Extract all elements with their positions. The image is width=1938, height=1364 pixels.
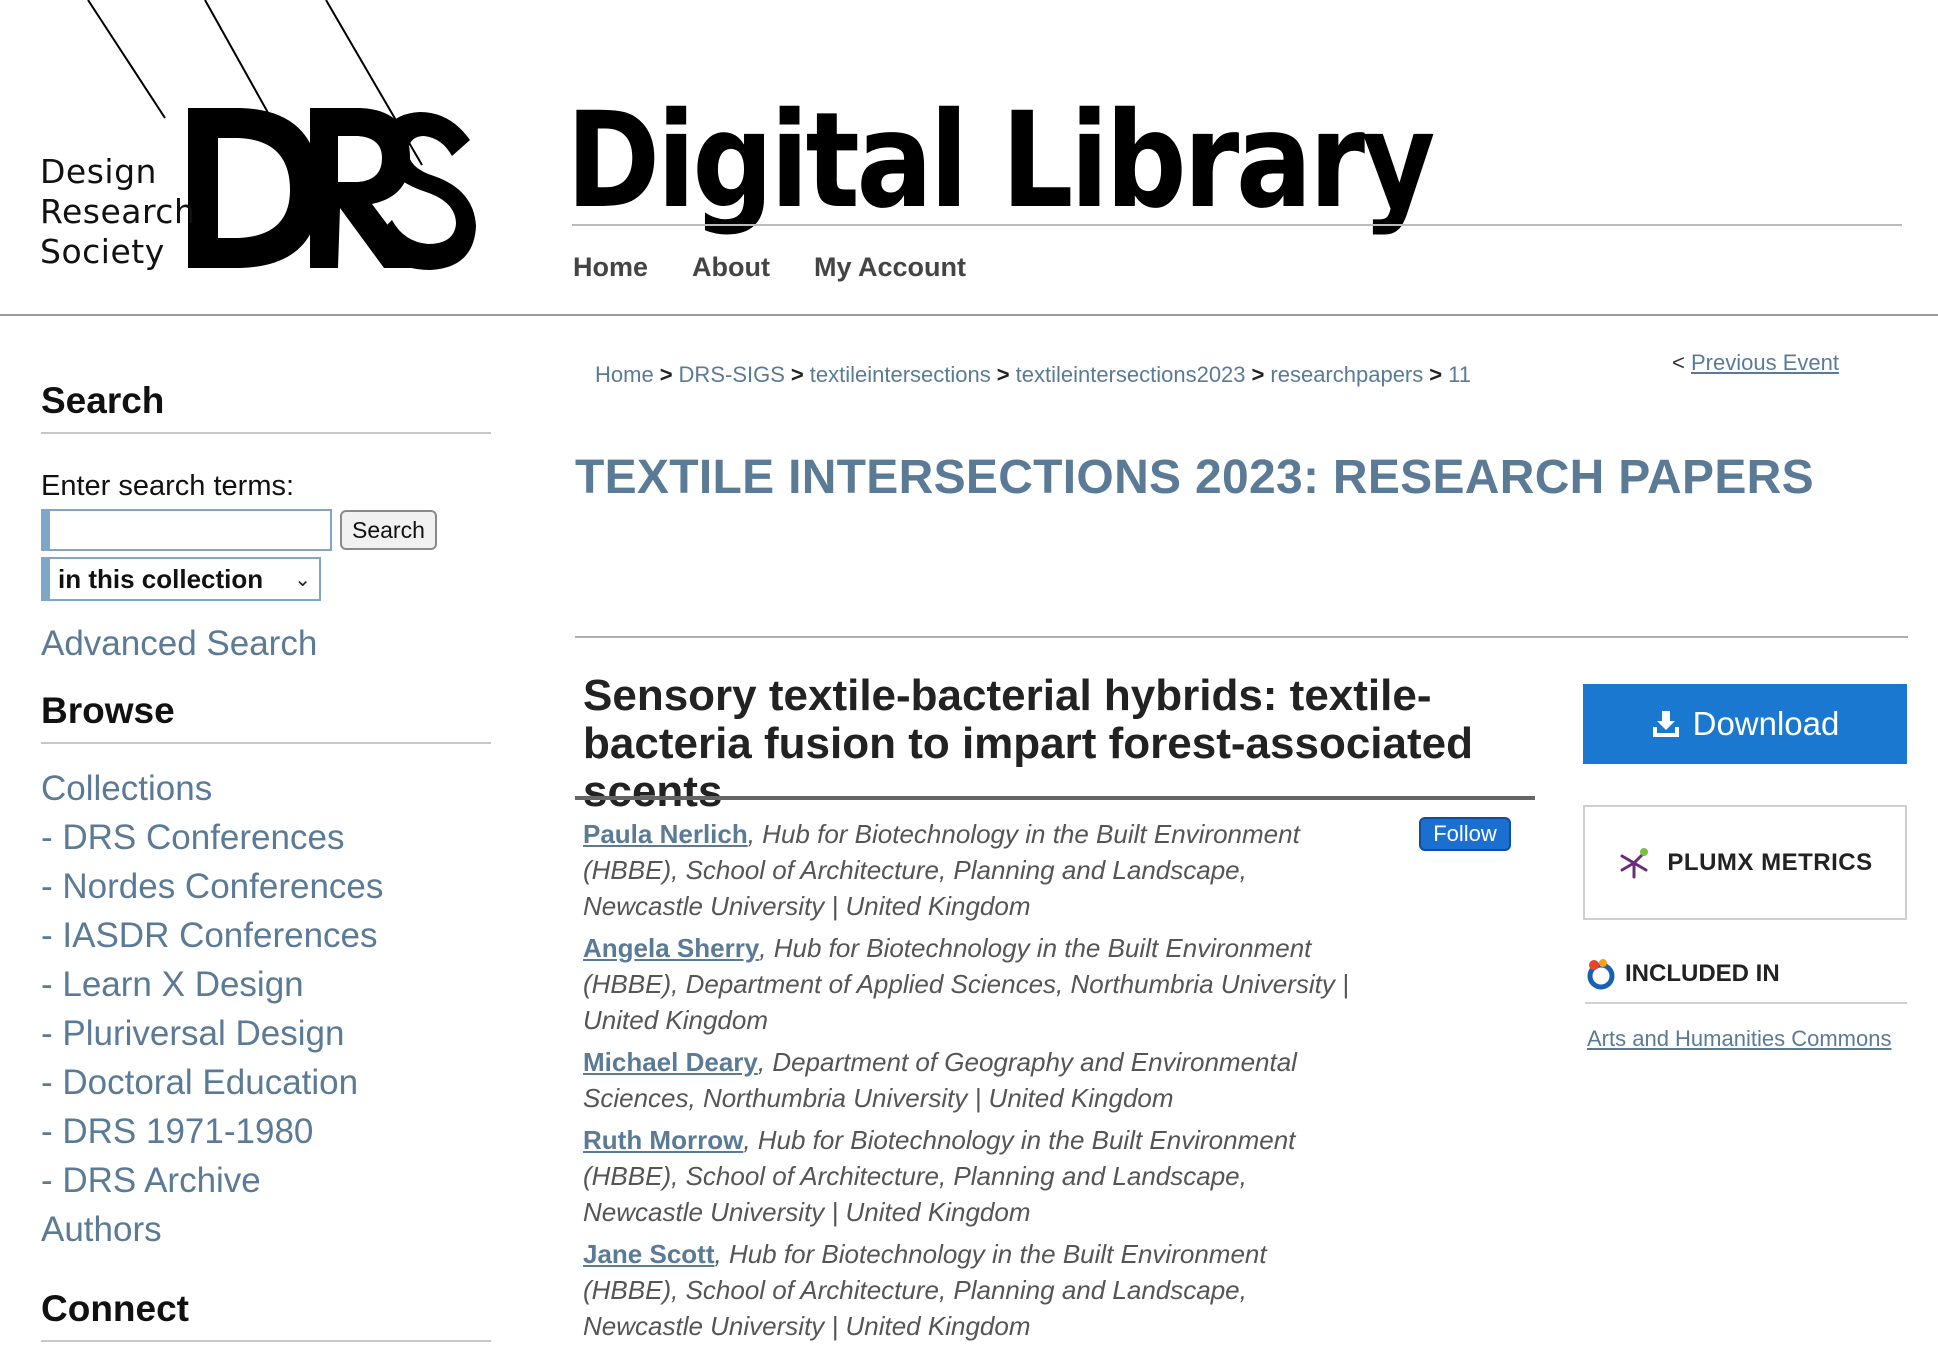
article-title-divider: [575, 796, 1535, 800]
breadcrumb-researchpapers[interactable]: researchpapers: [1270, 362, 1423, 387]
connect-heading: Connect: [41, 1288, 491, 1342]
breadcrumb-current[interactable]: 11: [1448, 362, 1471, 387]
download-label: Download: [1692, 705, 1840, 742]
browse-pluriversal-design[interactable]: - Pluriversal Design: [41, 1009, 491, 1058]
breadcrumb-separator: >: [659, 362, 673, 387]
breadcrumb-separator: >: [790, 362, 804, 387]
nav-about[interactable]: About: [692, 252, 770, 283]
browse-doctoral-education[interactable]: - Doctoral Education: [41, 1058, 491, 1107]
included-in-label: INCLUDED IN: [1625, 960, 1780, 987]
follow-button[interactable]: Follow: [1419, 817, 1511, 851]
previous-event-link[interactable]: Previous Event: [1691, 350, 1839, 375]
download-icon: [1652, 711, 1679, 737]
logo-line-research: Research: [40, 192, 196, 231]
author-item: Ruth Morrow, Hub for Biotechnology in th…: [583, 1122, 1363, 1230]
author-item: Jane Scott, Hub for Biotechnology in the…: [583, 1236, 1363, 1344]
breadcrumb: Home > DRS-SIGS > textileintersections > texti…: [595, 362, 1471, 388]
author-name-link[interactable]: Paula Nerlich: [583, 819, 748, 849]
browse-authors[interactable]: Authors: [41, 1205, 491, 1254]
browse-learn-x-design[interactable]: - Learn X Design: [41, 960, 491, 1009]
breadcrumb-drs-sigs[interactable]: DRS-SIGS: [679, 362, 785, 387]
author-name-link[interactable]: Ruth Morrow: [583, 1125, 743, 1155]
nav-my-account[interactable]: My Account: [814, 252, 966, 283]
chevron-down-icon: ⌄: [294, 568, 311, 591]
previous-event: < Previous Event: [1672, 350, 1839, 376]
site-title[interactable]: Digital Library: [566, 86, 1436, 236]
nav-home[interactable]: Home: [573, 252, 648, 283]
search-button[interactable]: Search: [340, 510, 437, 550]
author-item: Angela Sherry, Hub for Biotechnology in …: [583, 930, 1363, 1038]
breadcrumb-textileintersections2023[interactable]: textileintersections2023: [1016, 362, 1246, 387]
content-divider: [575, 636, 1908, 638]
included-in-heading: INCLUDED IN: [1585, 958, 1907, 1004]
logo-line-society: Society: [40, 232, 165, 271]
browse-drs-1971-1980[interactable]: - DRS 1971-1980: [41, 1107, 491, 1156]
author-name-link[interactable]: Angela Sherry: [583, 933, 759, 963]
arts-humanities-commons-link[interactable]: Arts and Humanities Commons: [1587, 1026, 1891, 1052]
search-label: Enter search terms:: [41, 470, 295, 502]
browse-iasdr-conferences[interactable]: - IASDR Conferences: [41, 911, 491, 960]
author-item: Paula Nerlich, Hub for Biotechnology in …: [583, 816, 1363, 924]
search-input[interactable]: [41, 509, 332, 551]
article-title: Sensory textile-bacterial hybrids: texti…: [583, 671, 1473, 816]
breadcrumb-home[interactable]: Home: [595, 362, 654, 387]
author-name-link[interactable]: Michael Deary: [583, 1047, 758, 1077]
search-scope-value: in this collection: [58, 563, 264, 594]
site-header: Design Research Society Digital Library …: [0, 0, 1938, 316]
breadcrumb-separator: >: [996, 362, 1010, 387]
breadcrumb-separator: >: [1251, 362, 1265, 387]
commons-network-icon: [1587, 959, 1615, 990]
search-scope-select[interactable]: in this collection ⌄: [41, 557, 321, 601]
advanced-search-link[interactable]: Advanced Search: [41, 619, 491, 668]
collection-title: TEXTILE INTERSECTIONS 2023: RESEARCH PAP…: [575, 451, 1814, 504]
breadcrumb-textileintersections[interactable]: textileintersections: [810, 362, 991, 387]
previous-event-prefix: <: [1672, 350, 1685, 375]
title-divider: [572, 224, 1902, 226]
browse-collections[interactable]: Collections: [41, 764, 491, 813]
plumx-metrics-widget[interactable]: PLUMX METRICS: [1583, 805, 1907, 920]
author-list: Paula Nerlich, Hub for Biotechnology in …: [583, 816, 1363, 1350]
browse-nordes-conferences[interactable]: - Nordes Conferences: [41, 862, 491, 911]
logo-line-design: Design: [40, 152, 157, 191]
author-name-link[interactable]: Jane Scott: [583, 1239, 715, 1269]
search-row: Search: [41, 509, 491, 551]
browse-list: Collections - DRS Conferences - Nordes C…: [41, 764, 491, 1254]
drs-logo[interactable]: Design Research Society: [0, 0, 500, 290]
main-nav: Home About My Account: [573, 252, 966, 283]
search-heading: Search: [41, 380, 491, 434]
breadcrumb-separator: >: [1429, 362, 1443, 387]
download-button[interactable]: Download: [1583, 684, 1907, 764]
author-item: Michael Deary, Department of Geography a…: [583, 1044, 1363, 1116]
plumx-label: PLUMX METRICS: [1667, 848, 1873, 876]
plumx-icon: [1620, 847, 1649, 878]
logo-text: Design Research Society: [40, 152, 195, 272]
browse-drs-conferences[interactable]: - DRS Conferences: [41, 813, 491, 862]
sidebar: Search Enter search terms: Search in thi…: [41, 380, 491, 1342]
browse-drs-archive[interactable]: - DRS Archive: [41, 1156, 491, 1205]
browse-heading: Browse: [41, 690, 491, 744]
